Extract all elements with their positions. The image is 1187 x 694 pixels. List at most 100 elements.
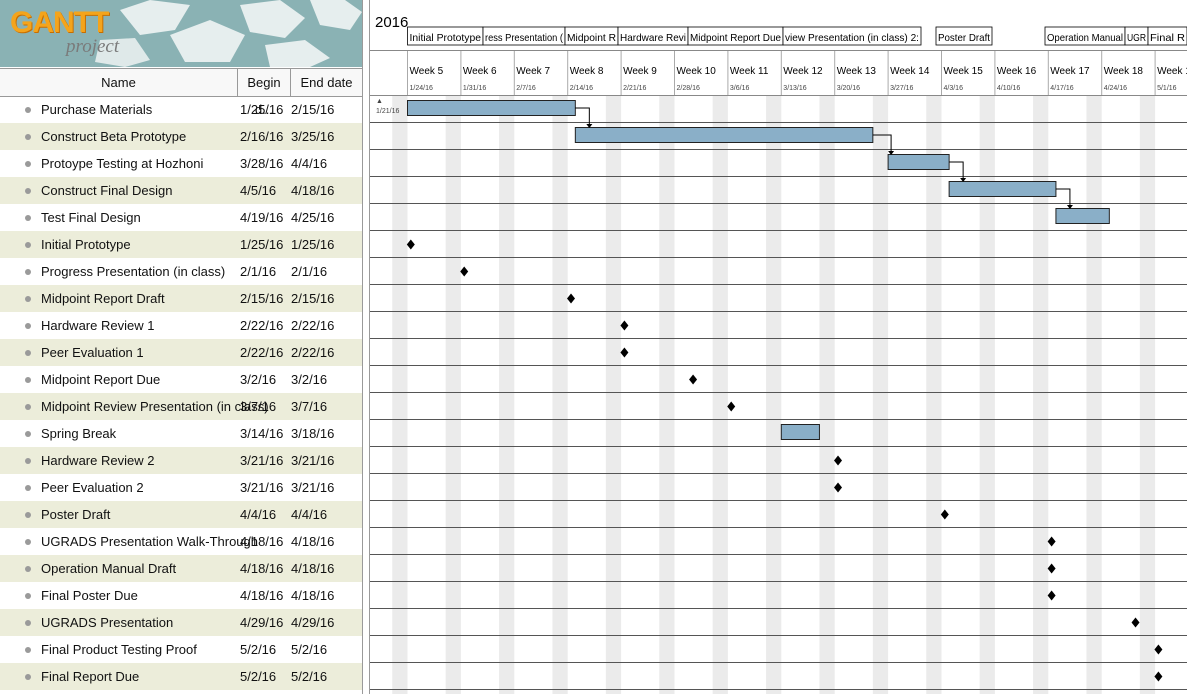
milestone-diamond[interactable] <box>1047 590 1056 601</box>
task-name: Final Report Due <box>41 669 140 684</box>
task-name: Spring Break <box>41 426 117 441</box>
task-bar[interactable] <box>948 181 1057 197</box>
table-row[interactable]: Midpoint Report Due 3/2/16 3/2/16 <box>0 366 362 393</box>
table-row[interactable]: Final Report Due 5/2/16 5/2/16 <box>0 663 362 690</box>
milestone-diamond[interactable] <box>406 239 415 250</box>
milestone-diamond[interactable] <box>620 347 629 358</box>
logo-project-text: project <box>66 36 120 57</box>
table-row[interactable]: Peer Evaluation 1 2/22/16 2/22/16 <box>0 339 362 366</box>
table-row[interactable]: UGRADS Presentation Walk-Through 4/18/16 4… <box>0 528 362 555</box>
week-date-label: 3/6/16 <box>730 85 750 92</box>
task-bar[interactable] <box>574 127 874 143</box>
task-bar[interactable] <box>887 154 950 170</box>
table-row[interactable]: Midpoint Review Presentation (in class) 3… <box>0 393 362 420</box>
week-date-label: 3/20/16 <box>837 85 860 92</box>
milestone-diamond[interactable] <box>689 374 698 385</box>
task-table-panel: GANTT project Name Begin d... End date P… <box>0 0 362 694</box>
task-begin-date: 4/19/16 <box>240 210 284 225</box>
weekend-shade <box>712 96 728 694</box>
task-begin-date: 2/22/16 <box>240 318 284 333</box>
task-name: Poster Draft <box>41 507 111 522</box>
timeline-milestone-label: Operation Manual <box>1047 32 1123 44</box>
task-end-date: 2/22/16 <box>291 345 335 360</box>
task-bar[interactable] <box>1055 208 1110 224</box>
task-bar[interactable] <box>407 100 576 116</box>
week-date-label: 1/24/16 <box>410 85 433 92</box>
table-row[interactable]: Hardware Review 2 3/21/16 3/21/16 <box>0 447 362 474</box>
task-begin-date: 2/1/16 <box>240 264 277 279</box>
milestone-diamond[interactable] <box>834 455 843 466</box>
task-name: Test Final Design <box>41 210 141 225</box>
weekend-shade <box>819 96 835 694</box>
week-label: Week 17 <box>1050 66 1090 77</box>
table-row[interactable]: Final Poster Due 4/18/16 4/18/16 <box>0 582 362 609</box>
task-bullet-icon <box>25 620 31 626</box>
table-row[interactable]: Operation Manual Draft 4/18/16 4/18/16 <box>0 555 362 582</box>
task-name: Final Poster Due <box>41 588 138 603</box>
milestone-diamond[interactable] <box>1047 563 1056 574</box>
task-end-date: 3/21/16 <box>291 480 335 495</box>
table-row[interactable]: Final Product Testing Proof 5/2/16 5/2/16 <box>0 636 362 663</box>
milestone-diamond[interactable] <box>727 401 736 412</box>
weekend-shade <box>1139 96 1156 694</box>
table-row[interactable]: Test Final Design 4/19/16 4/25/16 <box>0 204 362 231</box>
task-end-date: 3/25/16 <box>291 129 335 144</box>
task-end-date: 4/4/16 <box>291 507 328 522</box>
task-end-date: 4/29/16 <box>291 615 335 630</box>
milestone-diamond[interactable] <box>620 320 629 331</box>
task-begin-date: 1/25/16 <box>240 237 284 252</box>
gantt-chart-canvas[interactable]: 2016Initial Prototype ress Presentation (… <box>370 0 1187 694</box>
column-header-end-date[interactable]: End date <box>291 69 362 96</box>
task-name: Construct Beta Prototype <box>41 129 187 144</box>
task-name: Peer Evaluation 2 <box>41 480 144 495</box>
column-header-name[interactable]: Name <box>0 69 238 96</box>
task-name: Hardware Review 2 <box>41 453 155 468</box>
column-header-begin-date[interactable]: Begin d... <box>238 69 291 117</box>
table-row[interactable]: Progress Presentation (in class) 2/1/16 2/… <box>0 258 362 285</box>
task-begin-date: 2/15/16 <box>240 291 284 306</box>
task-bullet-icon <box>25 296 31 302</box>
task-bullet-icon <box>25 134 31 140</box>
task-bullet-icon <box>25 350 31 356</box>
table-row[interactable]: Spring Break 3/14/16 3/18/16 <box>0 420 362 447</box>
milestone-diamond[interactable] <box>1154 644 1163 655</box>
table-row[interactable]: Initial Prototype 1/25/16 1/25/16 <box>0 231 362 258</box>
weekend-shade <box>926 96 942 694</box>
table-row[interactable]: Construct Final Design 4/5/16 4/18/16 <box>0 177 362 204</box>
today-arrow-icon: ▲ <box>376 98 383 105</box>
milestone-diamond[interactable] <box>1131 617 1140 628</box>
milestone-diamond[interactable] <box>567 293 576 304</box>
task-begin-date: 4/18/16 <box>240 561 284 576</box>
task-bullet-icon <box>25 323 31 329</box>
table-row[interactable]: Poster Draft 4/4/16 4/4/16 <box>0 501 362 528</box>
week-date-label: 3/27/16 <box>890 85 913 92</box>
task-bullet-icon <box>25 188 31 194</box>
milestone-diamond[interactable] <box>1154 671 1163 682</box>
task-end-date: 2/22/16 <box>291 318 335 333</box>
milestone-diamond[interactable] <box>1047 536 1056 547</box>
task-bar[interactable] <box>780 424 820 440</box>
table-row[interactable]: Construct Beta Prototype 2/16/16 3/25/16 <box>0 123 362 150</box>
milestone-diamond[interactable] <box>460 266 469 277</box>
task-end-date: 3/21/16 <box>291 453 335 468</box>
gantt-chart[interactable]: 2016 Initial Prototype ress Presentation (… <box>370 0 1187 694</box>
table-row[interactable]: Protoype Testing at Hozhoni 3/28/16 4/4/16 <box>0 150 362 177</box>
table-row[interactable]: Hardware Review 1 2/22/16 2/22/16 <box>0 312 362 339</box>
week-date-label: 1/31/16 <box>463 85 486 92</box>
week-date-label: 3/13/16 <box>783 85 806 92</box>
task-bullet-icon <box>25 107 31 113</box>
week-label: Week 5 <box>410 66 444 77</box>
table-row[interactable]: Peer Evaluation 2 3/21/16 3/21/16 <box>0 474 362 501</box>
milestone-diamond[interactable] <box>940 509 949 520</box>
task-bullet-icon <box>25 512 31 518</box>
ganttproject-logo: GANTT project <box>0 0 362 67</box>
table-row[interactable]: Purchase Materials 1/25/16 2/15/16 <box>0 96 362 123</box>
table-row[interactable]: UGRADS Presentation 4/29/16 4/29/16 <box>0 609 362 636</box>
task-end-date: 2/15/16 <box>291 102 335 117</box>
timeline-milestone-label: UGR <box>1127 32 1146 44</box>
table-row[interactable]: Midpoint Report Draft 2/15/16 2/15/16 <box>0 285 362 312</box>
timeline-milestone-label: view Presentation (in class) 2: <box>785 32 919 44</box>
timeline-milestone-label: Initial Prototype <box>410 32 482 44</box>
milestone-diamond[interactable] <box>834 482 843 493</box>
splitter[interactable] <box>362 0 370 694</box>
